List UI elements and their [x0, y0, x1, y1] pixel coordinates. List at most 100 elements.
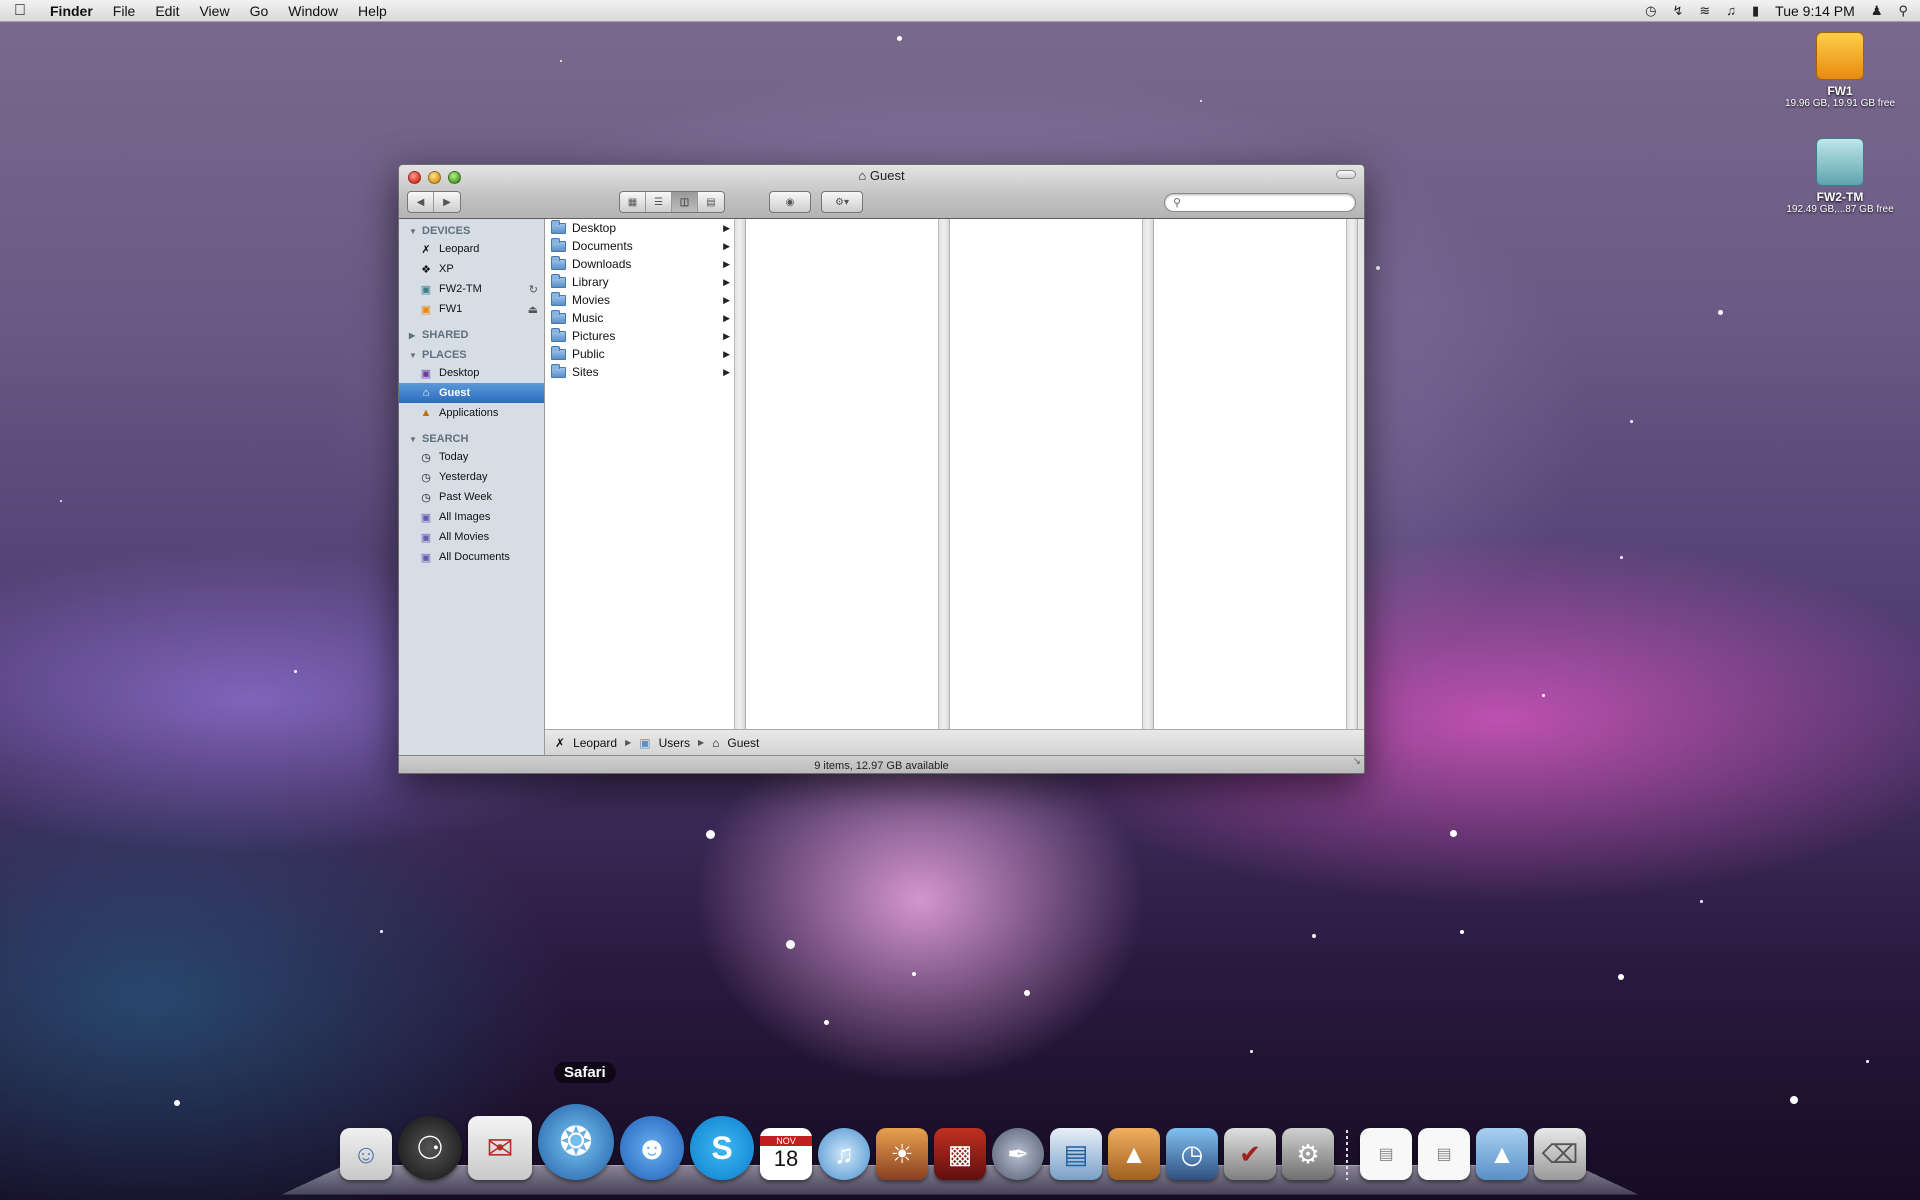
sidebar-item-past-week[interactable]: ◷ Past Week	[399, 487, 544, 507]
dock-app-time-machine[interactable]: ◷	[1166, 1128, 1218, 1180]
column-resize-handle[interactable]	[735, 219, 746, 729]
list-item[interactable]: Desktop ▶	[545, 219, 734, 237]
sidebar-header-devices[interactable]: ▼ DEVICES	[399, 219, 544, 239]
dock-app-numbers[interactable]: ▤	[1050, 1128, 1102, 1180]
dock-app-dashboard[interactable]: ⚆	[398, 1116, 462, 1180]
menu-window[interactable]: Window	[278, 0, 348, 22]
toolbar-toggle-button[interactable]	[1336, 170, 1356, 179]
wifi-icon[interactable]: ≋	[1699, 3, 1710, 19]
resize-grip-icon[interactable]: ↘	[1353, 752, 1361, 772]
list-item[interactable]: Pictures ▶	[545, 327, 734, 345]
menu-clock[interactable]: Tue 9:14 PM	[1775, 3, 1855, 19]
status-bar: 9 items, 12.97 GB available ↘	[399, 752, 1364, 773]
battery-icon[interactable]: ▮	[1752, 3, 1759, 19]
dock-app-finder[interactable]: ☺	[340, 1128, 392, 1180]
desktop-icon-fw1[interactable]: FW1 19.96 GB, 19.91 GB free	[1770, 32, 1910, 109]
dock-trash-icon[interactable]: ⌫	[1534, 1128, 1586, 1180]
sidebar-item-guest[interactable]: ⌂ Guest	[399, 383, 544, 403]
sidebar-header-places[interactable]: ▼ PLACES	[399, 343, 544, 363]
list-view-button[interactable]: ☰	[646, 192, 672, 212]
disclosure-arrow-icon: ▶	[723, 330, 730, 341]
bluetooth-icon[interactable]: ↯	[1672, 3, 1683, 19]
desktop-icon-fw2-tm[interactable]: FW2-TM 192.49 GB,...87 GB free	[1770, 138, 1910, 215]
sidebar-item-leopard[interactable]: ✗ Leopard	[399, 239, 544, 259]
time-machine-icon[interactable]: ◷	[1645, 3, 1656, 19]
search-input[interactable]	[1185, 196, 1346, 209]
list-item[interactable]: Library ▶	[545, 273, 734, 291]
folder-icon	[551, 327, 566, 342]
forward-button[interactable]: ▶	[434, 192, 460, 212]
volume-icon[interactable]: ♫	[1726, 3, 1736, 18]
dock-app-keynote[interactable]: ▲	[1108, 1128, 1160, 1180]
path-item[interactable]: Leopard	[573, 736, 617, 750]
menu-help[interactable]: Help	[348, 0, 397, 22]
dock-app-itunes[interactable]: ♫	[818, 1128, 870, 1180]
sidebar-item-today[interactable]: ◷ Today	[399, 447, 544, 467]
desktop-icon-label: FW2-TM	[1816, 190, 1864, 204]
dock-app-preview[interactable]: ✔	[1224, 1128, 1276, 1180]
dock-app-front-row[interactable]: ▩	[934, 1128, 986, 1180]
path-item[interactable]: Guest	[727, 736, 759, 750]
column-view-button[interactable]: ◫	[672, 192, 698, 212]
sidebar-item-xp[interactable]: ❖ XP	[399, 259, 544, 279]
dock-app-system-preferences[interactable]: ⚙	[1282, 1128, 1334, 1180]
apple-menu-icon[interactable]: 	[0, 2, 40, 20]
folder-icon	[551, 255, 566, 270]
list-item[interactable]: Music ▶	[545, 309, 734, 327]
dock-app-mail[interactable]: ✉	[468, 1116, 532, 1180]
list-item[interactable]: Downloads ▶	[545, 255, 734, 273]
home-icon: ⌂	[712, 735, 720, 750]
menu-file[interactable]: File	[103, 0, 146, 22]
dock-document-pdf-icon[interactable]: ▤	[1360, 1128, 1412, 1180]
dock-applications-folder-icon[interactable]: ▲	[1476, 1128, 1528, 1180]
dock-app-adium[interactable]: ☻	[620, 1116, 684, 1180]
sidebar-item-fw2-tm[interactable]: ▣ FW2-TM ↻	[399, 279, 544, 299]
column-resize-handle[interactable]	[1143, 219, 1154, 729]
column-resize-handle[interactable]	[1347, 219, 1358, 729]
user-icon[interactable]: ♟	[1871, 3, 1883, 19]
dock-app-ical[interactable]: NOV 18	[760, 1128, 812, 1180]
menu-finder[interactable]: Finder	[40, 0, 103, 22]
dock-app-iphoto[interactable]: ☀	[876, 1128, 928, 1180]
disclosure-arrow-icon: ▶	[723, 240, 730, 251]
sidebar-header-search[interactable]: ▼ SEARCH	[399, 427, 544, 447]
path-item[interactable]: Users	[659, 736, 690, 750]
cover-flow-button[interactable]: ▤	[698, 192, 724, 212]
window-title: ⌂ Guest	[858, 168, 905, 183]
dock-app-skype[interactable]: S	[690, 1116, 754, 1180]
menu-bar:  Finder File Edit View Go Window Help ◷…	[0, 0, 1920, 22]
spotlight-icon[interactable]: ⚲	[1898, 3, 1908, 19]
quick-look-eye-icon[interactable]: ◉	[770, 192, 810, 212]
action-gear-icon[interactable]: ⚙▾	[822, 192, 862, 212]
list-item[interactable]: Movies ▶	[545, 291, 734, 309]
menu-go[interactable]: Go	[240, 0, 279, 22]
dock-app-script-editor[interactable]: ✒	[992, 1128, 1044, 1180]
menu-edit[interactable]: Edit	[145, 0, 189, 22]
back-forward-group: ◀ ▶	[407, 191, 461, 213]
disclosure-arrow-icon: ▶	[723, 276, 730, 287]
disclosure-arrow-icon: ▶	[723, 366, 730, 377]
dock-app-safari[interactable]: ❂	[538, 1104, 614, 1180]
sidebar-item-applications[interactable]: ▲ Applications	[399, 403, 544, 423]
search-field[interactable]: ⚲	[1164, 193, 1356, 212]
list-item[interactable]: Public ▶	[545, 345, 734, 363]
back-button[interactable]: ◀	[408, 192, 434, 212]
sidebar-item-all-images[interactable]: ▣ All Images	[399, 507, 544, 527]
sidebar-item-all-documents[interactable]: ▣ All Documents	[399, 547, 544, 567]
window-titlebar[interactable]: ⌂ Guest ◀ ▶ ▦ ☰ ◫ ▤ ◉ ⚙▾ ⚲	[399, 165, 1364, 219]
sidebar-item-yesterday[interactable]: ◷ Yesterday	[399, 467, 544, 487]
dock-document-pdf-icon[interactable]: ▤	[1418, 1128, 1470, 1180]
column-resize-handle[interactable]	[939, 219, 950, 729]
menu-view[interactable]: View	[189, 0, 239, 22]
clock-icon: ◷	[421, 471, 431, 484]
applications-icon: ▲	[420, 407, 432, 419]
sidebar-header-shared[interactable]: ▶ SHARED	[399, 323, 544, 343]
list-item[interactable]: Sites ▶	[545, 363, 734, 381]
eject-icon[interactable]: ⏏	[528, 303, 538, 316]
sidebar-item-fw1[interactable]: ▣ FW1 ⏏	[399, 299, 544, 319]
icon-view-button[interactable]: ▦	[620, 192, 646, 212]
list-item[interactable]: Documents ▶	[545, 237, 734, 255]
sidebar-item-all-movies[interactable]: ▣ All Movies	[399, 527, 544, 547]
time-machine-drive-icon	[1816, 138, 1864, 186]
sidebar-item-desktop[interactable]: ▣ Desktop	[399, 363, 544, 383]
